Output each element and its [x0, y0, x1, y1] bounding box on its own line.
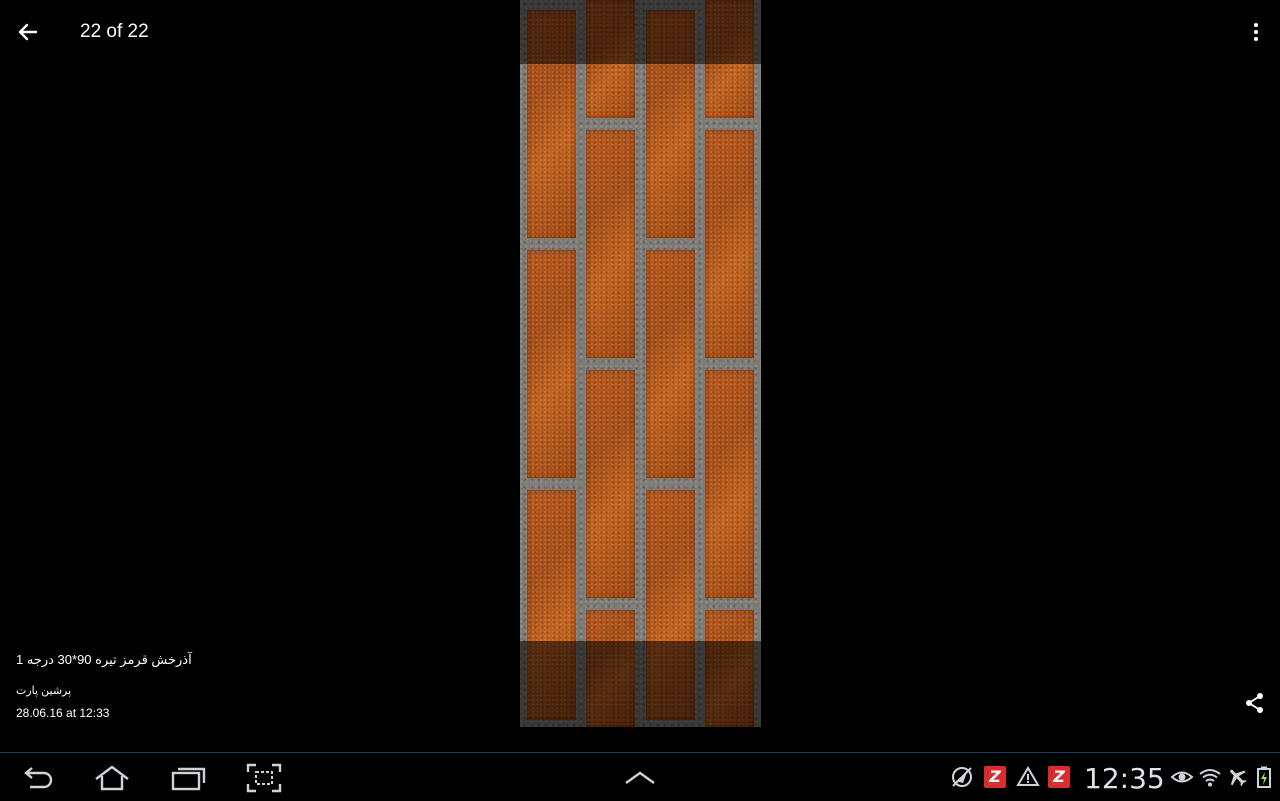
back-nav-icon [24, 767, 53, 789]
warning-icon [1016, 766, 1040, 786]
recent-apps-icon [171, 767, 206, 791]
tile-photo[interactable] [520, 0, 761, 727]
eye-icon [1170, 771, 1194, 783]
nav-recent-apps-button[interactable] [168, 761, 208, 795]
photo-date: 28.06.16 at 12:33 [16, 706, 110, 720]
app-notification-icon: Z [984, 766, 1006, 788]
back-button[interactable] [8, 12, 48, 52]
app-notification-icon: Z [1048, 766, 1070, 788]
screenshot-icon [246, 763, 282, 793]
expand-up-icon [625, 771, 655, 784]
home-nav-icon [95, 765, 129, 791]
nav-back-button[interactable] [18, 761, 58, 795]
brick [527, 250, 576, 478]
wifi-icon [1199, 769, 1221, 787]
image-viewer[interactable] [0, 0, 1280, 752]
page-title: 22 of 22 [80, 21, 149, 42]
brick [586, 130, 635, 358]
battery-charging-icon [1257, 766, 1271, 788]
brick [646, 250, 695, 478]
expand-up-button[interactable] [620, 761, 660, 795]
action-bar: 22 of 22 [0, 0, 1280, 64]
photo-title: آذرخش قرمز تیره 90*30 درجه 1 [16, 652, 192, 667]
share-button[interactable] [1240, 688, 1270, 718]
no-location-icon [952, 767, 972, 787]
more-vert-icon [1254, 23, 1258, 41]
system-navigation-bar: Z Z 12:35 [0, 752, 1280, 801]
brick [586, 370, 635, 598]
screenshot-button[interactable] [244, 761, 284, 795]
share-icon [1246, 693, 1263, 713]
bottom-scrim [520, 641, 761, 727]
brick [705, 130, 754, 358]
arrow-left-icon [18, 23, 38, 41]
status-clock: 12:35 [1084, 762, 1165, 795]
nav-home-button[interactable] [92, 761, 132, 795]
brick [705, 370, 754, 598]
photo-source: پرشین پارت [16, 685, 72, 697]
airplane-icon [1230, 769, 1247, 787]
overflow-menu-button[interactable] [1240, 16, 1272, 48]
